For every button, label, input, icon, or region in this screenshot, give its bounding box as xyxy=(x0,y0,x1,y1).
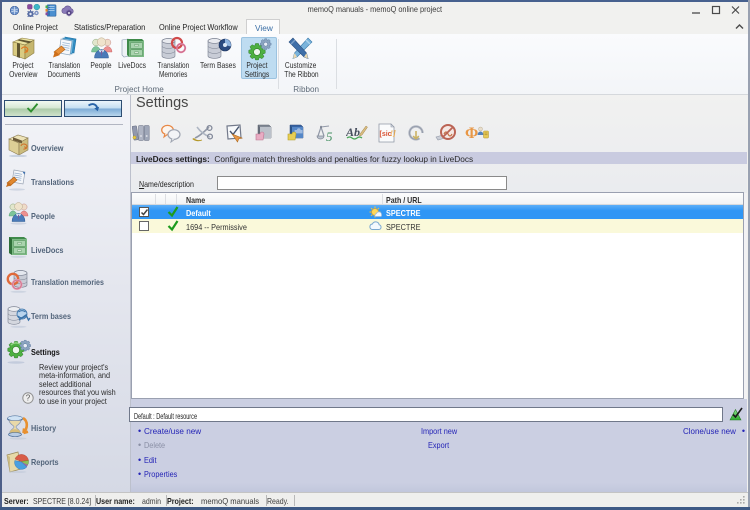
svg-text:!]: !] xyxy=(390,129,396,138)
svg-text:5: 5 xyxy=(326,129,333,143)
svg-text:?: ? xyxy=(26,394,31,403)
svg-text:Φ: Φ xyxy=(465,125,478,142)
